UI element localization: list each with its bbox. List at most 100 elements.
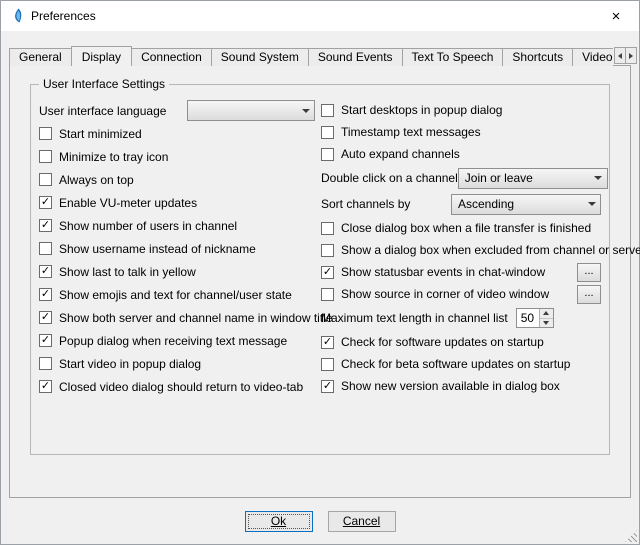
checkbox[interactable]: ✓ [321, 266, 334, 279]
close-button[interactable]: × [593, 1, 639, 31]
cancel-button[interactable]: Cancel [328, 511, 396, 532]
spin-up-button[interactable] [540, 309, 553, 319]
sort-channels-combobox-value: Ascending [452, 197, 583, 211]
spin-down-button[interactable] [540, 319, 553, 328]
checkbox-label: Enable VU-meter updates [59, 196, 197, 210]
double-click-combobox[interactable]: Join or leave [458, 168, 608, 189]
checkbox[interactable]: ✓ [39, 334, 52, 347]
display-tab-page: User Interface Settings User interface l… [9, 65, 631, 498]
checkbox[interactable]: ✓ [39, 311, 52, 324]
tab-sound-events[interactable]: Sound Events [308, 48, 403, 66]
checkbox-row[interactable]: Check for beta software updates on start… [321, 353, 601, 375]
tab-shortcuts[interactable]: Shortcuts [502, 48, 573, 66]
checkbox[interactable]: ✓ [39, 288, 52, 301]
checkbox-row[interactable]: ✓ Enable VU-meter updates [39, 191, 317, 214]
checkbox-row[interactable]: ✓ Show number of users in channel [39, 214, 317, 237]
double-click-label: Double click on a channel [321, 171, 458, 185]
checkbox-row[interactable]: ✓ Show statusbar events in chat-window .… [321, 261, 601, 283]
checkbox-row[interactable]: ✓ Popup dialog when receiving text messa… [39, 329, 317, 352]
chevron-down-icon [297, 109, 314, 113]
checkbox[interactable]: ✓ [39, 380, 52, 393]
checkbox-label: Check for beta software updates on start… [341, 357, 570, 371]
checkbox-row[interactable]: ✓ Closed video dialog should return to v… [39, 375, 317, 398]
app-icon [9, 8, 25, 24]
tab-text-to-speech[interactable]: Text To Speech [402, 48, 504, 66]
checkbox-label: Close dialog box when a file transfer is… [341, 221, 591, 235]
tab-general[interactable]: General [9, 48, 72, 66]
arrow-right-icon [629, 53, 633, 59]
checkbox-label: Show username instead of nickname [59, 242, 256, 256]
checkbox-label: Start minimized [59, 127, 142, 141]
scroll-right-button[interactable] [625, 47, 637, 64]
spinner-buttons [539, 309, 553, 327]
tab-bar: General Display Connection Sound System … [9, 45, 637, 66]
checkbox[interactable] [39, 242, 52, 255]
checkbox-label: Show emojis and text for channel/user st… [59, 288, 292, 302]
tab-sound-system[interactable]: Sound System [211, 48, 309, 66]
checkbox[interactable] [39, 173, 52, 186]
max-text-length-spinner[interactable]: 50 [516, 308, 554, 328]
checkbox-row[interactable]: ✓ Show last to talk in yellow [39, 260, 317, 283]
checkbox[interactable]: ✓ [321, 380, 334, 393]
max-text-length-label: Maximum text length in channel list [321, 311, 508, 325]
checkbox[interactable]: ✓ [39, 265, 52, 278]
checkbox-row[interactable]: Always on top [39, 168, 317, 191]
checkbox-row[interactable]: Show a dialog box when excluded from cha… [321, 239, 601, 261]
sort-channels-combobox[interactable]: Ascending [451, 194, 601, 215]
checkbox-row[interactable]: Auto expand channels [321, 143, 601, 165]
ok-button[interactable]: Ok [245, 511, 313, 532]
checkbox-row[interactable]: ✓ Show new version available in dialog b… [321, 375, 601, 397]
language-combobox[interactable] [187, 100, 315, 121]
checkbox-label: Start video in popup dialog [59, 357, 201, 371]
settings-columns: User interface language Start minimized … [39, 99, 601, 446]
checkbox[interactable] [39, 150, 52, 163]
tab-display[interactable]: Display [71, 46, 132, 66]
max-text-length-row: Maximum text length in channel list 50 [321, 305, 601, 331]
checkbox-row[interactable]: ✓ Show both server and channel name in w… [39, 306, 317, 329]
checkbox-row[interactable]: Minimize to tray icon [39, 145, 317, 168]
checkbox-row[interactable]: Start desktops in popup dialog [321, 99, 601, 121]
left-column: User interface language Start minimized … [39, 99, 317, 446]
checkbox-row[interactable]: Show username instead of nickname [39, 237, 317, 260]
checkbox[interactable]: ✓ [39, 196, 52, 209]
video-source-more-button[interactable]: ... [577, 285, 601, 304]
checkbox-row[interactable]: ✓ Check for software updates on startup [321, 331, 601, 353]
checkbox-row[interactable]: Start video in popup dialog [39, 352, 317, 375]
checkbox[interactable] [321, 358, 334, 371]
checkbox[interactable] [39, 127, 52, 140]
statusbar-events-more-button[interactable]: ... [577, 263, 601, 282]
checkbox-row[interactable]: ✓ Show emojis and text for channel/user … [39, 283, 317, 306]
preferences-window: Preferences × General Display Connection… [0, 0, 640, 545]
checkbox-row[interactable]: Timestamp text messages [321, 121, 601, 143]
chevron-down-icon [590, 176, 607, 180]
dialog-buttons: Ok Cancel [1, 511, 639, 532]
checkbox[interactable] [321, 288, 334, 301]
tab-scroll-control [614, 47, 637, 64]
arrow-left-icon [618, 53, 622, 59]
checkbox-row[interactable]: Close dialog box when a file transfer is… [321, 217, 601, 239]
checkbox-row[interactable]: Show source in corner of video window ..… [321, 283, 601, 305]
checkbox-row[interactable]: Start minimized [39, 122, 317, 145]
checkbox[interactable] [39, 357, 52, 370]
arrow-down-icon [543, 321, 549, 325]
tab-connection[interactable]: Connection [131, 48, 212, 66]
max-text-length-value: 50 [517, 309, 539, 327]
double-click-combobox-value: Join or leave [459, 171, 590, 185]
titlebar[interactable]: Preferences × [1, 1, 639, 31]
checkbox[interactable]: ✓ [39, 219, 52, 232]
checkbox-label: Show source in corner of video window [341, 287, 549, 301]
checkbox-label: Auto expand channels [341, 147, 460, 161]
checkbox[interactable] [321, 126, 334, 139]
right-column: Start desktops in popup dialog Timestamp… [321, 99, 601, 446]
checkbox-label: Show both server and channel name in win… [59, 311, 333, 325]
checkbox[interactable] [321, 244, 334, 257]
checkbox[interactable]: ✓ [321, 336, 334, 349]
checkbox-label: Minimize to tray icon [59, 150, 168, 164]
tab-video[interactable]: Video [572, 48, 613, 66]
checkbox-label: Always on top [59, 173, 134, 187]
group-title: User Interface Settings [39, 77, 169, 91]
checkbox[interactable] [321, 104, 334, 117]
checkbox-label: Check for software updates on startup [341, 335, 544, 349]
checkbox[interactable] [321, 222, 334, 235]
checkbox[interactable] [321, 148, 334, 161]
